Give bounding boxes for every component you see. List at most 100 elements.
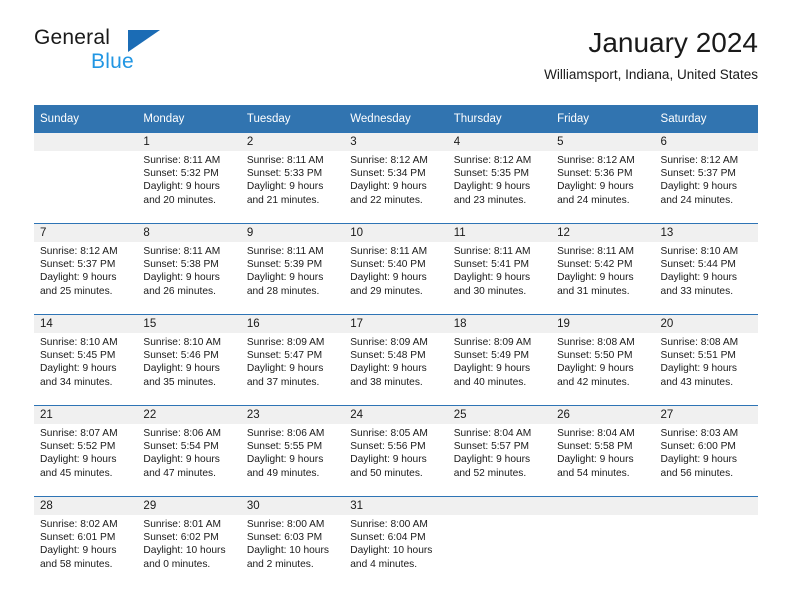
calendar-day-cell[interactable]: 5 Sunrise: 8:12 AM Sunset: 5:36 PM Daylight… [551,132,655,224]
day-cell-inner: 24 Sunrise: 8:05 AM Sunset: 5:56 PM Dayligh… [344,406,448,496]
calendar-day-cell[interactable]: 23 Sunrise: 8:06 AM Sunset: 5:55 PM Dayligh… [240,405,345,497]
day-details: Sunrise: 8:11 AM Sunset: 5:38 PM Daylight:… [137,242,240,298]
day-cell-inner: 5 Sunrise: 8:12 AM Sunset: 5:36 PM Daylight… [551,133,655,223]
day-cell-inner: 21 Sunrise: 8:07 AM Sunset: 5:52 PM Dayligh… [34,406,138,496]
daylight-text-line1: Daylight: 9 hours [453,363,531,375]
calendar-day-cell[interactable]: 18 Sunrise: 8:09 AM Sunset: 5:49 PM Dayligh… [447,314,552,406]
sunrise-text: Sunrise: 8:04 AM [453,428,532,439]
daylight-text-line2: and 30 minutes. [453,285,527,297]
daylight-text-line1: Daylight: 9 hours [143,181,220,193]
calendar-day-cell[interactable]: 1 Sunrise: 8:11 AM Sunset: 5:32 PM Daylight… [137,132,241,224]
day-number: 5 [551,133,655,151]
day-details: Sunrise: 8:10 AM Sunset: 5:46 PM Daylight:… [137,333,240,389]
day-cell-inner: 16 Sunrise: 8:09 AM Sunset: 5:47 PM Dayligh… [240,315,345,405]
calendar-day-cell[interactable]: 11 Sunrise: 8:11 AM Sunset: 5:41 PM Dayligh… [447,223,552,315]
sunrise-text: Sunrise: 8:11 AM [557,246,634,257]
daylight-text-line2: and 2 minutes. [246,558,314,570]
daylight-text-line1: Daylight: 9 hours [143,363,220,375]
calendar-day-cell[interactable]: 21 Sunrise: 8:07 AM Sunset: 5:52 PM Dayligh… [34,405,138,497]
sunrise-text: Sunrise: 8:12 AM [660,155,739,166]
day-number: 16 [240,315,345,333]
sunset-text: Sunset: 5:44 PM [660,259,736,271]
sunset-text: Sunset: 6:01 PM [40,532,116,544]
daylight-text-line2: and 34 minutes. [40,376,113,388]
day-cell-inner: 31 Sunrise: 8:00 AM Sunset: 6:04 PM Dayligh… [344,497,448,587]
sunrise-text: Sunrise: 8:05 AM [350,428,428,439]
sunset-text: Sunset: 6:00 PM [660,441,736,453]
calendar-day-cell[interactable]: 24 Sunrise: 8:05 AM Sunset: 5:56 PM Dayligh… [344,405,448,497]
daylight-text-line2: and 49 minutes. [246,467,320,479]
calendar-day-cell[interactable]: 15 Sunrise: 8:10 AM Sunset: 5:46 PM Dayligh… [137,314,241,406]
calendar-day-cell[interactable]: 31 Sunrise: 8:00 AM Sunset: 6:04 PM Dayligh… [344,496,448,587]
day-number [34,133,138,151]
sunset-text: Sunset: 5:58 PM [557,441,633,453]
daylight-text-line1: Daylight: 9 hours [40,454,117,466]
calendar-day-cell[interactable]: 3 Sunrise: 8:12 AM Sunset: 5:34 PM Daylight… [344,132,448,224]
day-details: Sunrise: 8:11 AM Sunset: 5:33 PM Daylight:… [241,151,344,207]
day-cell-inner: 30 Sunrise: 8:00 AM Sunset: 6:03 PM Dayligh… [240,497,345,587]
sunset-text: Sunset: 5:49 PM [453,350,530,362]
daylight-text-line2: and 24 minutes. [557,194,630,206]
day-details: Sunrise: 8:03 AM Sunset: 6:00 PM Daylight:… [655,424,758,480]
column-header-sunday: Sunday [34,105,138,133]
calendar-day-cell[interactable]: 16 Sunrise: 8:09 AM Sunset: 5:47 PM Dayligh… [240,314,345,406]
daylight-text-line2: and 23 minutes. [453,194,527,206]
day-cell-inner: 8 Sunrise: 8:11 AM Sunset: 5:38 PM Daylight… [137,224,241,314]
calendar-day-cell[interactable]: 22 Sunrise: 8:06 AM Sunset: 5:54 PM Dayligh… [137,405,241,497]
sunrise-text: Sunrise: 8:01 AM [143,519,222,530]
day-number: 24 [344,406,448,424]
day-number: 21 [34,406,138,424]
sunset-text: Sunset: 5:57 PM [453,441,530,453]
calendar-day-cell[interactable]: 9 Sunrise: 8:11 AM Sunset: 5:39 PM Daylight… [240,223,345,315]
column-header-friday: Friday [551,105,655,133]
calendar-day-cell[interactable]: 19 Sunrise: 8:08 AM Sunset: 5:50 PM Dayligh… [551,314,655,406]
daylight-text-line2: and 37 minutes. [246,376,320,388]
day-details: Sunrise: 8:12 AM Sunset: 5:35 PM Daylight:… [448,151,551,207]
day-number: 3 [344,133,448,151]
day-details: Sunrise: 8:08 AM Sunset: 5:51 PM Daylight:… [655,333,758,389]
day-cell-inner: 6 Sunrise: 8:12 AM Sunset: 5:37 PM Daylight… [654,133,758,223]
day-cell-inner: 25 Sunrise: 8:04 AM Sunset: 5:57 PM Dayligh… [447,406,552,496]
day-cell-inner: 17 Sunrise: 8:09 AM Sunset: 5:48 PM Dayligh… [344,315,448,405]
day-number: 18 [447,315,552,333]
calendar-day-cell[interactable]: 4 Sunrise: 8:12 AM Sunset: 5:35 PM Daylight… [447,132,552,224]
calendar-day-cell[interactable]: 2 Sunrise: 8:11 AM Sunset: 5:33 PM Daylight… [240,132,345,224]
calendar-day-cell[interactable]: 26 Sunrise: 8:04 AM Sunset: 5:58 PM Dayligh… [551,405,655,497]
calendar-day-cell[interactable]: 27 Sunrise: 8:03 AM Sunset: 6:00 PM Dayligh… [654,405,758,497]
calendar-day-cell[interactable]: 12 Sunrise: 8:11 AM Sunset: 5:42 PM Dayligh… [551,223,655,315]
day-number: 19 [551,315,655,333]
calendar-day-cell[interactable]: 30 Sunrise: 8:00 AM Sunset: 6:03 PM Dayligh… [240,496,345,587]
sunset-text: Sunset: 5:34 PM [350,168,426,180]
daylight-text-line1: Daylight: 9 hours [453,272,531,284]
day-number: 31 [344,497,448,515]
day-number: 26 [551,406,655,424]
calendar-day-cell[interactable]: 8 Sunrise: 8:11 AM Sunset: 5:38 PM Daylight… [137,223,241,315]
calendar-day-cell[interactable]: 25 Sunrise: 8:04 AM Sunset: 5:57 PM Dayligh… [447,405,552,497]
day-details: Sunrise: 8:12 AM Sunset: 5:34 PM Daylight:… [344,151,447,207]
daylight-text-line1: Daylight: 9 hours [246,272,324,284]
triangle-icon [128,30,160,52]
calendar-day-cell[interactable]: 29 Sunrise: 8:01 AM Sunset: 6:02 PM Dayligh… [137,496,241,587]
calendar-day-cell[interactable]: 13 Sunrise: 8:10 AM Sunset: 5:44 PM Dayligh… [654,223,758,315]
calendar-day-cell[interactable]: 14 Sunrise: 8:10 AM Sunset: 5:45 PM Dayligh… [34,314,138,406]
daylight-text-line2: and 25 minutes. [40,285,113,297]
calendar-day-cell[interactable]: 7 Sunrise: 8:12 AM Sunset: 5:37 PM Daylight… [34,223,138,315]
daylight-text-line1: Daylight: 9 hours [557,181,634,193]
day-details: Sunrise: 8:06 AM Sunset: 5:55 PM Daylight:… [241,424,344,480]
calendar-day-cell[interactable]: 17 Sunrise: 8:09 AM Sunset: 5:48 PM Dayligh… [344,314,448,406]
day-cell-inner: 28 Sunrise: 8:02 AM Sunset: 6:01 PM Dayligh… [34,497,138,587]
calendar-day-cell[interactable]: 6 Sunrise: 8:12 AM Sunset: 5:37 PM Daylight… [654,132,758,224]
sunset-text: Sunset: 5:46 PM [143,350,219,362]
daylight-text-line2: and 20 minutes. [143,194,216,206]
sunrise-text: Sunrise: 8:11 AM [453,246,531,257]
day-details: Sunrise: 8:11 AM Sunset: 5:42 PM Daylight:… [551,242,654,298]
calendar-day-cell[interactable]: 20 Sunrise: 8:08 AM Sunset: 5:51 PM Dayligh… [654,314,758,406]
daylight-text-line1: Daylight: 9 hours [660,181,737,193]
calendar-day-cell[interactable]: 10 Sunrise: 8:11 AM Sunset: 5:40 PM Dayligh… [344,223,448,315]
daylight-text-line2: and 35 minutes. [143,376,216,388]
calendar-day-cell[interactable]: 28 Sunrise: 8:02 AM Sunset: 6:01 PM Dayligh… [34,496,138,587]
day-number: 8 [137,224,241,242]
sunrise-text: Sunrise: 8:00 AM [350,519,428,530]
day-details: Sunrise: 8:09 AM Sunset: 5:47 PM Daylight:… [241,333,344,389]
sunset-text: Sunset: 5:42 PM [557,259,633,271]
